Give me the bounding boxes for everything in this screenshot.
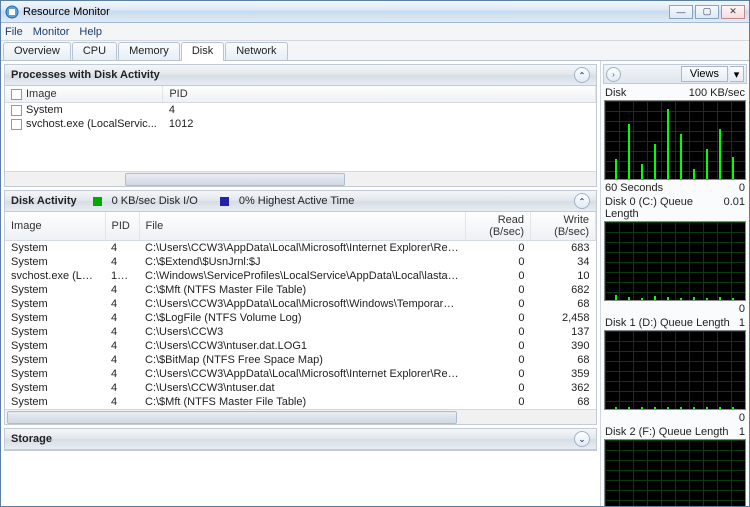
table-row[interactable]: System4C:\Users\CCW3\ntuser.dat.LOG10390 <box>5 339 596 353</box>
views-dropdown[interactable]: ▾ <box>730 66 744 82</box>
tab-network[interactable]: Network <box>225 42 287 60</box>
table-row[interactable]: System4C:\$Extend\$UsnJrnl:$J034 <box>5 255 596 269</box>
col-write[interactable]: Write (B/sec) <box>531 212 596 241</box>
table-row[interactable]: System4C:\$Mft (NTFS Master File Table)0… <box>5 283 596 297</box>
table-row[interactable]: System4C:\Users\CCW3\AppData\Local\Micro… <box>5 241 596 256</box>
minimize-button[interactable]: — <box>669 5 693 19</box>
active-time-label: 0% Highest Active Time <box>239 195 355 207</box>
close-button[interactable]: ✕ <box>721 5 745 19</box>
col-image[interactable]: Image <box>5 86 163 103</box>
chart-graph <box>604 439 746 506</box>
chart-scale: 0.01 <box>724 196 745 220</box>
table-row[interactable]: System4C:\Users\CCW30137 <box>5 325 596 339</box>
storage-title: Storage <box>11 433 52 445</box>
table-row[interactable]: svchost.exe (LocalServic...1012 <box>5 117 596 131</box>
processes-scrollbar[interactable] <box>5 171 596 186</box>
tab-overview[interactable]: Overview <box>3 42 71 60</box>
collapse-icon[interactable]: ⌃ <box>574 67 590 83</box>
chart-scale: 1 <box>739 317 745 329</box>
processes-panel-header[interactable]: Processes with Disk Activity ⌃ <box>5 65 596 86</box>
disk-io-label: 0 KB/sec Disk I/O <box>112 195 198 207</box>
table-row[interactable]: System4C:\Users\CCW3\AppData\Local\Micro… <box>5 297 596 311</box>
tab-memory[interactable]: Memory <box>118 42 180 60</box>
views-button[interactable]: Views <box>681 66 728 82</box>
green-square-icon <box>93 197 102 206</box>
processes-panel-title: Processes with Disk Activity <box>11 69 160 81</box>
disk-scrollbar[interactable] <box>5 409 596 424</box>
checkbox[interactable] <box>11 119 22 130</box>
chart-xleft: 60 Seconds <box>605 182 663 194</box>
table-row[interactable]: System4C:\$LogFile (NTFS Volume Log)02,4… <box>5 311 596 325</box>
table-row[interactable]: System4C:\Users\CCW3\ntuser.dat0362 <box>5 381 596 395</box>
menu-help[interactable]: Help <box>79 26 102 38</box>
blue-square-icon <box>220 197 229 206</box>
table-row[interactable]: System4C:\$BitMap (NTFS Free Space Map)0… <box>5 353 596 367</box>
disk-activity-table: Image PID File Read (B/sec) Write (B/sec… <box>5 212 596 409</box>
disk-activity-title: Disk Activity <box>11 195 77 207</box>
storage-panel: Storage ⌄ <box>4 428 597 451</box>
col-image[interactable]: Image <box>5 212 105 241</box>
table-row[interactable]: System4C:\Users\CCW3\AppData\Local\Micro… <box>5 367 596 381</box>
disk-activity-panel: Disk Activity 0 KB/sec Disk I/O 0% Highe… <box>4 190 597 425</box>
col-read[interactable]: Read (B/sec) <box>466 212 531 241</box>
chart-graph <box>604 330 746 410</box>
chart-title: Disk 2 (F:) Queue Length <box>605 426 729 438</box>
table-row[interactable]: System4 <box>5 103 596 118</box>
chart-graph <box>604 221 746 301</box>
checkbox-all[interactable] <box>11 89 22 100</box>
right-sidebar: › Views ▾ Disk 100 KB/sec 60 Seconds 0 Disk … <box>600 61 749 506</box>
chart-xright: 0 <box>739 182 745 194</box>
chart-title: Disk 1 (D:) Queue Length <box>605 317 730 329</box>
maximize-button[interactable]: ▢ <box>695 5 719 19</box>
chart-title: Disk 0 (C:) Queue Length <box>605 196 724 220</box>
table-row[interactable]: System4C:\$Mft (NTFS Master File Table)0… <box>5 395 596 409</box>
table-row[interactable]: svchost.exe (LocalServiceN...1012C:\Wind… <box>5 269 596 283</box>
processes-table: Image PID System4svchost.exe (LocalServi… <box>5 86 596 131</box>
collapse-icon[interactable]: ⌃ <box>574 193 590 209</box>
storage-header[interactable]: Storage ⌄ <box>5 429 596 450</box>
disk-activity-header[interactable]: Disk Activity 0 KB/sec Disk I/O 0% Highe… <box>5 191 596 212</box>
sidebar-collapse-icon[interactable]: › <box>606 67 621 82</box>
chart-scale: 100 KB/sec <box>689 87 745 99</box>
title-bar: Resource Monitor — ▢ ✕ <box>1 1 749 23</box>
col-pid[interactable]: PID <box>105 212 139 241</box>
app-icon <box>5 5 19 19</box>
col-file[interactable]: File <box>139 212 466 241</box>
menu-bar: File Monitor Help <box>1 23 749 41</box>
chart-scale: 1 <box>739 426 745 438</box>
menu-monitor[interactable]: Monitor <box>33 26 70 38</box>
processes-panel: Processes with Disk Activity ⌃ Image PID… <box>4 64 597 187</box>
menu-file[interactable]: File <box>5 26 23 38</box>
window-title: Resource Monitor <box>23 6 110 18</box>
chart-graph <box>604 100 746 180</box>
col-pid[interactable]: PID <box>163 86 596 103</box>
chart-xright: 0 <box>739 412 745 424</box>
expand-icon[interactable]: ⌄ <box>574 431 590 447</box>
chart-xright: 0 <box>739 303 745 315</box>
tab-disk[interactable]: Disk <box>181 42 224 61</box>
chart-title: Disk <box>605 87 626 99</box>
checkbox[interactable] <box>11 105 22 116</box>
tab-cpu[interactable]: CPU <box>72 42 117 60</box>
tab-bar: Overview CPU Memory Disk Network <box>1 41 749 61</box>
